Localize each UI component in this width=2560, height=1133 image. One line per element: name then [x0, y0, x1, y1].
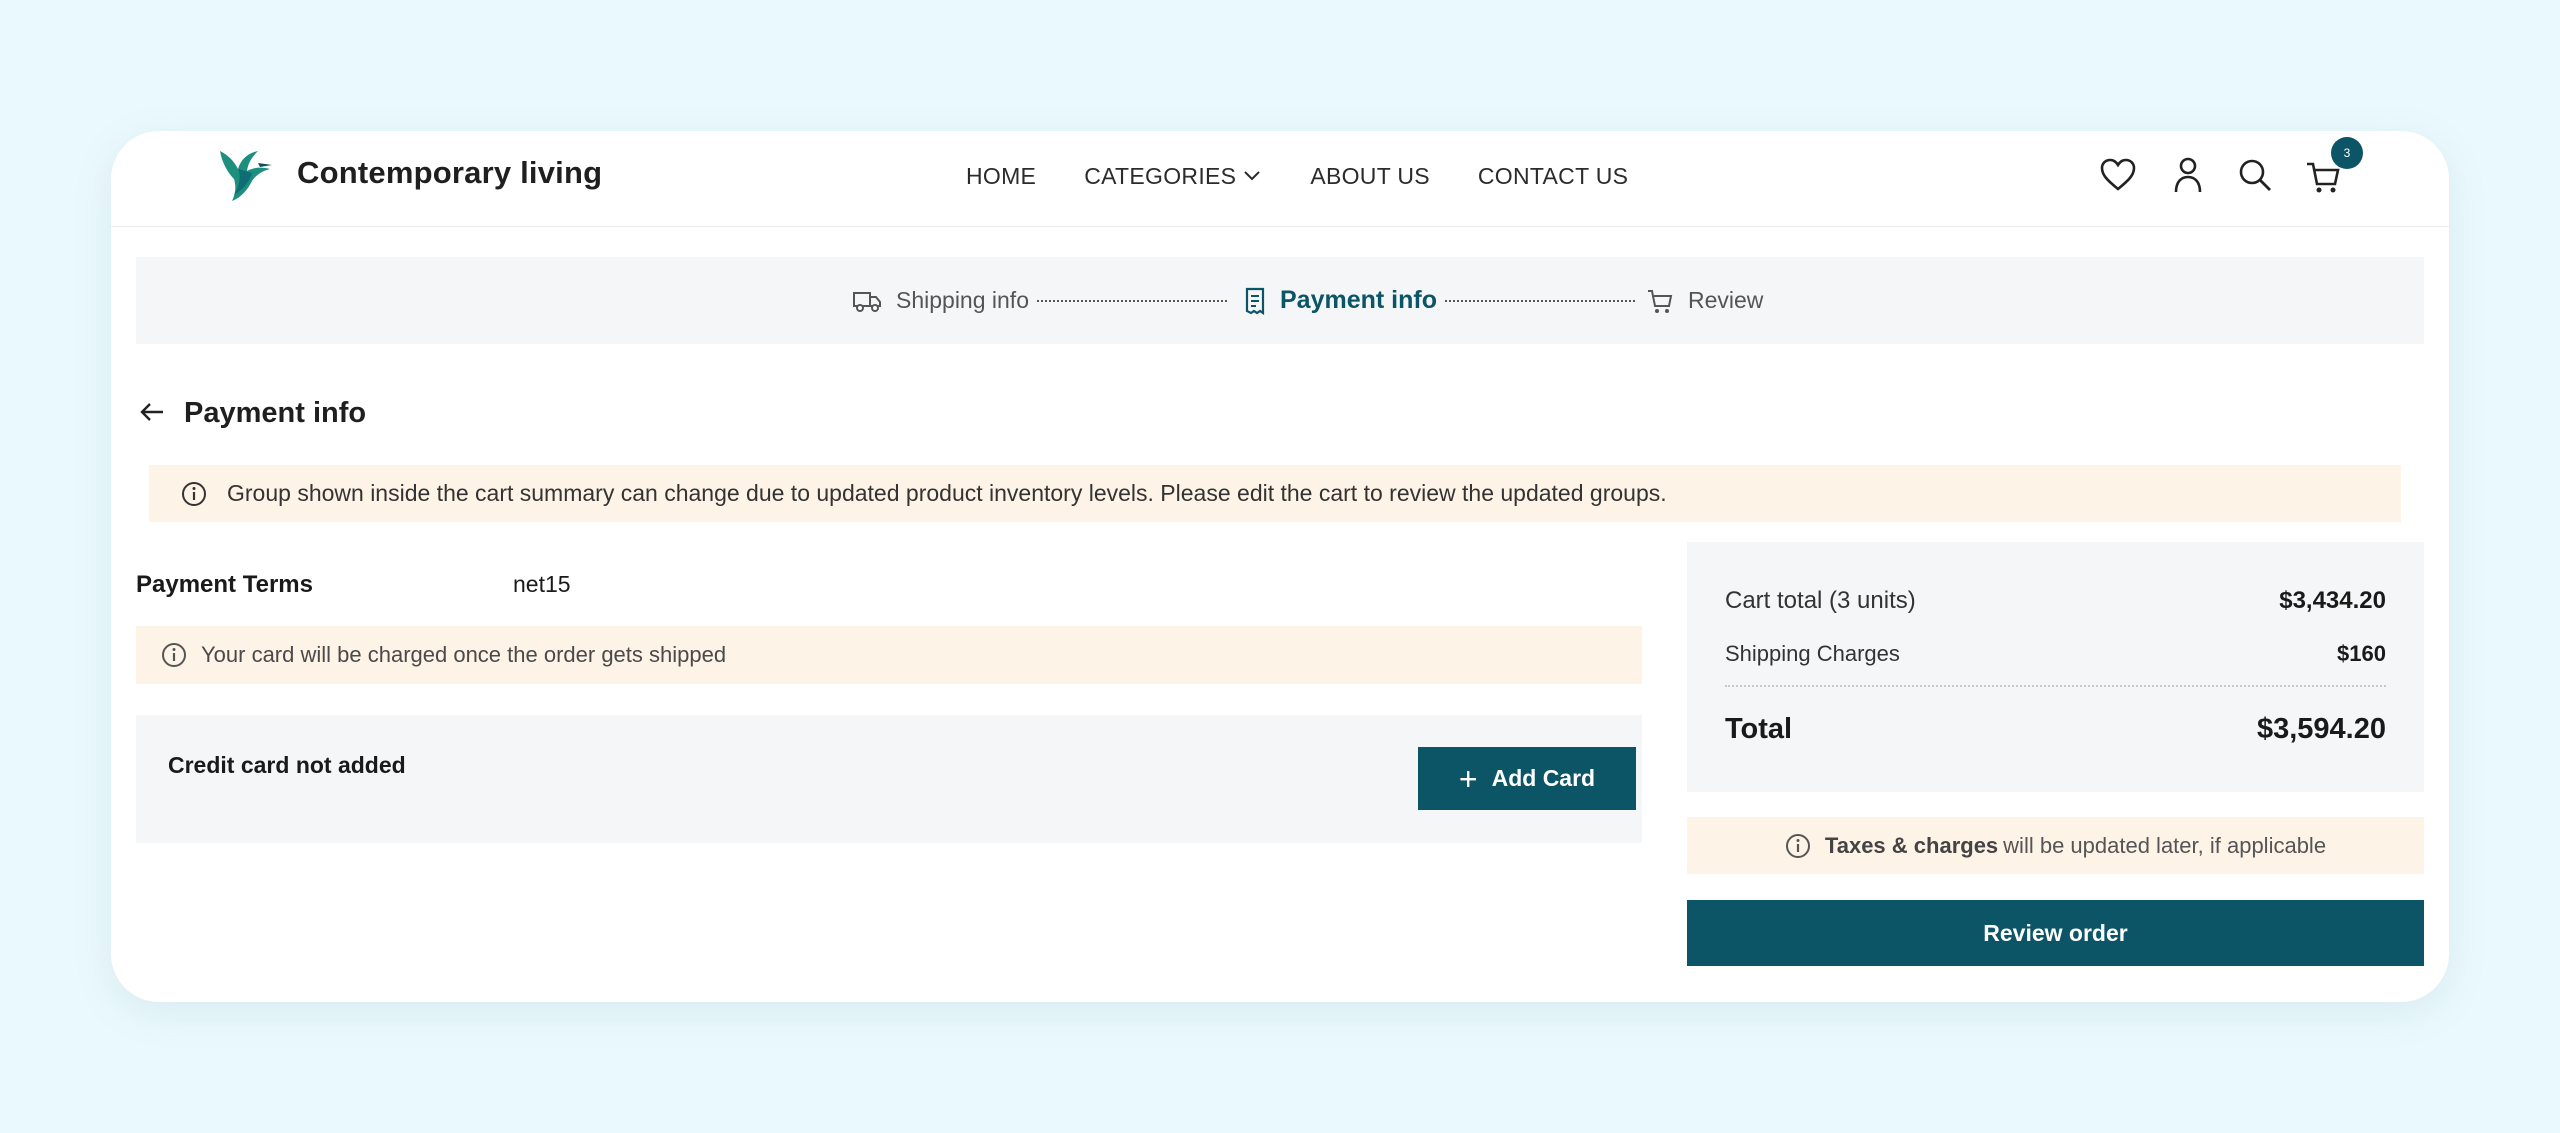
hummingbird-logo-icon[interactable]: [214, 145, 274, 203]
credit-card-panel: Credit card not added + Add Card: [136, 715, 1642, 843]
plus-icon: +: [1458, 760, 1478, 797]
cart-icon: [1648, 289, 1673, 313]
review-order-button[interactable]: Review order: [1687, 900, 2424, 966]
total-value: $3,594.20: [2256, 713, 2386, 745]
search-button[interactable]: [2233, 153, 2277, 197]
step-payment[interactable]: Payment info: [1244, 257, 1437, 344]
wishlist-button[interactable]: [2096, 153, 2140, 197]
account-button[interactable]: [2166, 153, 2210, 197]
step-review-label: Review: [1688, 287, 1764, 313]
tax-note: Taxes & charges will be updated later, i…: [1687, 817, 2424, 874]
nav-home-label: HOME: [966, 162, 1037, 189]
truck-icon: [853, 291, 881, 312]
charge-note: Your card will be charged once the order…: [136, 626, 1642, 684]
inventory-notice-text: Group shown inside the cart summary can …: [227, 480, 1667, 506]
heart-icon: [2100, 158, 2136, 191]
payment-terms-label: Payment Terms: [136, 571, 313, 598]
step-shipping-label: Shipping info: [896, 287, 1029, 313]
main-nav: HOME CATEGORIES ABOUT US CONTACT US: [966, 158, 1676, 194]
info-icon: [182, 481, 206, 506]
nav-categories-label: CATEGORIES: [1084, 162, 1237, 189]
add-card-label: Add Card: [1491, 765, 1596, 791]
user-icon: [2174, 157, 2202, 193]
back-arrow-icon[interactable]: [139, 401, 165, 423]
payment-terms-value: net15: [513, 571, 571, 597]
nav-about[interactable]: ABOUT US: [1310, 163, 1430, 190]
nav-contact-label: CONTACT US: [1477, 162, 1629, 189]
chevron-down-icon: [1244, 171, 1261, 181]
search-icon: [2239, 159, 2271, 191]
page-title: Payment info: [184, 397, 367, 429]
checkout-card: Contemporary living HOME CATEGORIES ABOU…: [111, 131, 2449, 1002]
total-label: Total: [1725, 713, 1793, 745]
cart-total-value: $3,434.20: [2279, 587, 2386, 614]
cart-count-badge: 3: [2331, 137, 2363, 169]
inventory-notice: Group shown inside the cart summary can …: [149, 465, 2401, 522]
info-icon: [1785, 833, 1810, 858]
site-header: Contemporary living HOME CATEGORIES ABOU…: [111, 131, 2449, 227]
info-icon: [162, 643, 186, 667]
tax-note-text: will be updated later, if applicable: [2003, 832, 2327, 858]
credit-card-status: Credit card not added: [168, 752, 406, 778]
order-summary: Cart total (3 units) $3,434.20 Shipping …: [1687, 542, 2424, 792]
receipt-icon: [1245, 287, 1265, 315]
checkout-stepper: Shipping info Payment info Review: [136, 257, 2424, 344]
nav-about-label: ABOUT US: [1310, 162, 1430, 189]
step-payment-label: Payment info: [1280, 286, 1437, 314]
shipping-value: $160: [2337, 641, 2386, 666]
step-shipping[interactable]: Shipping info: [852, 257, 1029, 344]
charge-note-text: Your card will be charged once the order…: [201, 642, 727, 667]
cart-total-row: Cart total (3 units) $3,434.20: [1725, 587, 2386, 615]
shipping-row: Shipping Charges $160: [1725, 641, 2386, 667]
cart-total-label: Cart total (3 units): [1725, 587, 1916, 614]
nav-categories[interactable]: CATEGORIES: [1084, 163, 1262, 190]
nav-contact[interactable]: CONTACT US: [1478, 163, 1628, 190]
total-row: Total $3,594.20: [1725, 713, 2386, 746]
step-review[interactable]: Review: [1646, 257, 1763, 344]
stepper-connector: [1037, 300, 1227, 302]
nav-home[interactable]: HOME: [966, 163, 1036, 190]
brand-name[interactable]: Contemporary living: [297, 155, 602, 191]
tax-note-bold: Taxes & charges: [1824, 832, 1999, 858]
summary-divider: [1725, 685, 2386, 687]
shipping-label: Shipping Charges: [1725, 641, 1900, 666]
add-card-button[interactable]: + Add Card: [1418, 747, 1636, 810]
stepper-connector: [1445, 300, 1635, 302]
